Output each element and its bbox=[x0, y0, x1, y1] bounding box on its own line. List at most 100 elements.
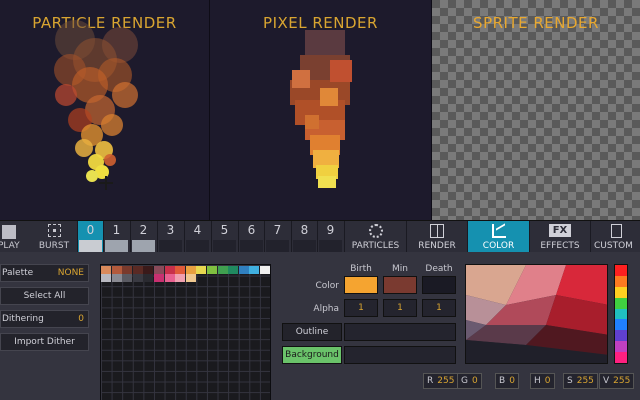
palette-swatch[interactable] bbox=[111, 274, 122, 282]
fire-particle bbox=[55, 84, 77, 106]
hue-segment bbox=[615, 297, 627, 309]
fire-pixel-block bbox=[292, 70, 310, 88]
burst-button[interactable]: BURST bbox=[33, 221, 75, 253]
palette-swatch[interactable] bbox=[196, 266, 207, 274]
import-dither-button[interactable]: Import Dither bbox=[0, 333, 89, 351]
tab-render[interactable]: RENDER bbox=[406, 221, 467, 253]
channel-value: 0 bbox=[471, 376, 478, 386]
slot-number: 1 bbox=[112, 223, 121, 237]
palette-swatch[interactable] bbox=[175, 274, 186, 282]
slot-bar bbox=[240, 240, 263, 252]
slot-number: 8 bbox=[300, 223, 309, 237]
fire-pixel-block bbox=[330, 60, 352, 82]
color-settings-panel: Palette NONE Select All Dithering 0 Impo… bbox=[0, 252, 640, 400]
channel-value: 0 bbox=[509, 376, 515, 386]
slot-bar bbox=[132, 240, 155, 252]
pixel-render-panel: PIXEL RENDER bbox=[210, 0, 431, 220]
palette-swatch[interactable] bbox=[143, 274, 154, 282]
outline-button[interactable]: Outline bbox=[282, 323, 342, 341]
slot-number: 4 bbox=[193, 223, 202, 237]
palette-label: Palette bbox=[2, 268, 34, 278]
background-button[interactable]: Background bbox=[282, 346, 342, 364]
fire-particle bbox=[112, 82, 138, 108]
slot-bar bbox=[105, 240, 128, 252]
dithering-label: Dithering bbox=[2, 314, 44, 324]
alpha-row-label: Alpha bbox=[313, 304, 339, 314]
channel-s-field[interactable]: S 255 bbox=[563, 373, 598, 389]
palette-swatch[interactable] bbox=[143, 266, 154, 274]
channel-v-field[interactable]: V 255 bbox=[599, 373, 635, 389]
palette-swatch[interactable] bbox=[154, 274, 164, 282]
emitter-slot-6[interactable]: 6 bbox=[238, 221, 264, 253]
emitter-slot-0[interactable]: 0 bbox=[77, 221, 103, 253]
palette-swatch[interactable] bbox=[207, 266, 217, 274]
palette-grid[interactable] bbox=[100, 264, 271, 400]
birth-color-swatch[interactable] bbox=[344, 276, 378, 294]
palette-swatch[interactable] bbox=[154, 266, 164, 274]
tab-particles[interactable]: PARTICLES bbox=[344, 221, 406, 253]
channel-key: H bbox=[534, 376, 541, 386]
fire-pixel-block bbox=[320, 88, 338, 106]
color-gradient-picker[interactable] bbox=[465, 264, 608, 364]
tab-color[interactable]: COLOR bbox=[467, 221, 529, 253]
palette-value: NONE bbox=[57, 268, 84, 278]
slot-number: 6 bbox=[247, 223, 256, 237]
burst-label: BURST bbox=[38, 241, 70, 251]
emitter-slot-4[interactable]: 4 bbox=[184, 221, 210, 253]
palette-swatch[interactable] bbox=[238, 266, 249, 274]
channel-r-field[interactable]: R 255 bbox=[423, 373, 459, 389]
play-button[interactable]: PLAY bbox=[0, 221, 30, 253]
palette-swatch[interactable] bbox=[101, 274, 111, 282]
palette-swatch[interactable] bbox=[249, 266, 260, 274]
palette-swatch[interactable] bbox=[185, 274, 196, 282]
hue-segment bbox=[615, 352, 627, 363]
emitter-slot-3[interactable]: 3 bbox=[157, 221, 183, 253]
app-window: PARTICLE RENDER PIXEL RENDER SPRITE REND… bbox=[0, 0, 640, 400]
emitter-slot-9[interactable]: 9 bbox=[317, 221, 343, 253]
outline-color-field[interactable] bbox=[344, 323, 456, 341]
channel-g-field[interactable]: G0 bbox=[457, 373, 482, 389]
play-label: PLAY bbox=[0, 241, 20, 251]
palette-selector[interactable]: Palette NONE bbox=[0, 264, 89, 282]
tab-custom[interactable]: CUSTOM bbox=[590, 221, 640, 253]
emitter-slot-7[interactable]: 7 bbox=[264, 221, 290, 253]
tab-label: PARTICLES bbox=[351, 241, 400, 251]
death-color-swatch[interactable] bbox=[422, 276, 456, 294]
min-color-swatch[interactable] bbox=[383, 276, 417, 294]
palette-swatch[interactable] bbox=[111, 266, 122, 274]
emitter-slot-1[interactable]: 1 bbox=[103, 221, 129, 253]
channel-h-field[interactable]: H0 bbox=[530, 373, 555, 389]
emitter-slot-5[interactable]: 5 bbox=[211, 221, 237, 253]
channel-key: V bbox=[603, 376, 610, 386]
palette-swatch[interactable] bbox=[122, 274, 133, 282]
palette-swatch[interactable] bbox=[164, 274, 175, 282]
select-all-button[interactable]: Select All bbox=[0, 287, 89, 305]
palette-swatch[interactable] bbox=[132, 274, 143, 282]
palette-swatch[interactable] bbox=[175, 266, 186, 274]
min-alpha-field[interactable]: 1 bbox=[383, 299, 417, 317]
tab-effects[interactable]: FX EFFECTS bbox=[529, 221, 590, 253]
palette-swatch[interactable] bbox=[228, 266, 239, 274]
channel-value: 0 bbox=[544, 376, 551, 386]
dithering-field[interactable]: Dithering 0 bbox=[0, 310, 89, 328]
slot-number: 5 bbox=[220, 223, 229, 237]
slot-number: 9 bbox=[326, 223, 335, 237]
channel-b-field[interactable]: B0 bbox=[495, 373, 519, 389]
palette-swatch[interactable] bbox=[260, 266, 270, 274]
hue-segment bbox=[615, 265, 627, 276]
fire-particle bbox=[86, 170, 98, 182]
palette-swatch[interactable] bbox=[164, 266, 175, 274]
death-alpha-field[interactable]: 1 bbox=[422, 299, 456, 317]
tab-label: RENDER bbox=[418, 241, 456, 251]
birth-alpha-field[interactable]: 1 bbox=[344, 299, 378, 317]
palette-swatch[interactable] bbox=[185, 266, 196, 274]
emitter-slot-8[interactable]: 8 bbox=[291, 221, 317, 253]
crosshair-cursor-icon bbox=[99, 176, 113, 190]
emitter-slot-2[interactable]: 2 bbox=[130, 221, 156, 253]
background-color-field[interactable] bbox=[344, 346, 456, 364]
palette-swatch[interactable] bbox=[132, 266, 143, 274]
hue-slider[interactable] bbox=[614, 264, 628, 364]
palette-swatch[interactable] bbox=[217, 266, 228, 274]
palette-swatch[interactable] bbox=[101, 266, 111, 274]
palette-swatch[interactable] bbox=[122, 266, 133, 274]
